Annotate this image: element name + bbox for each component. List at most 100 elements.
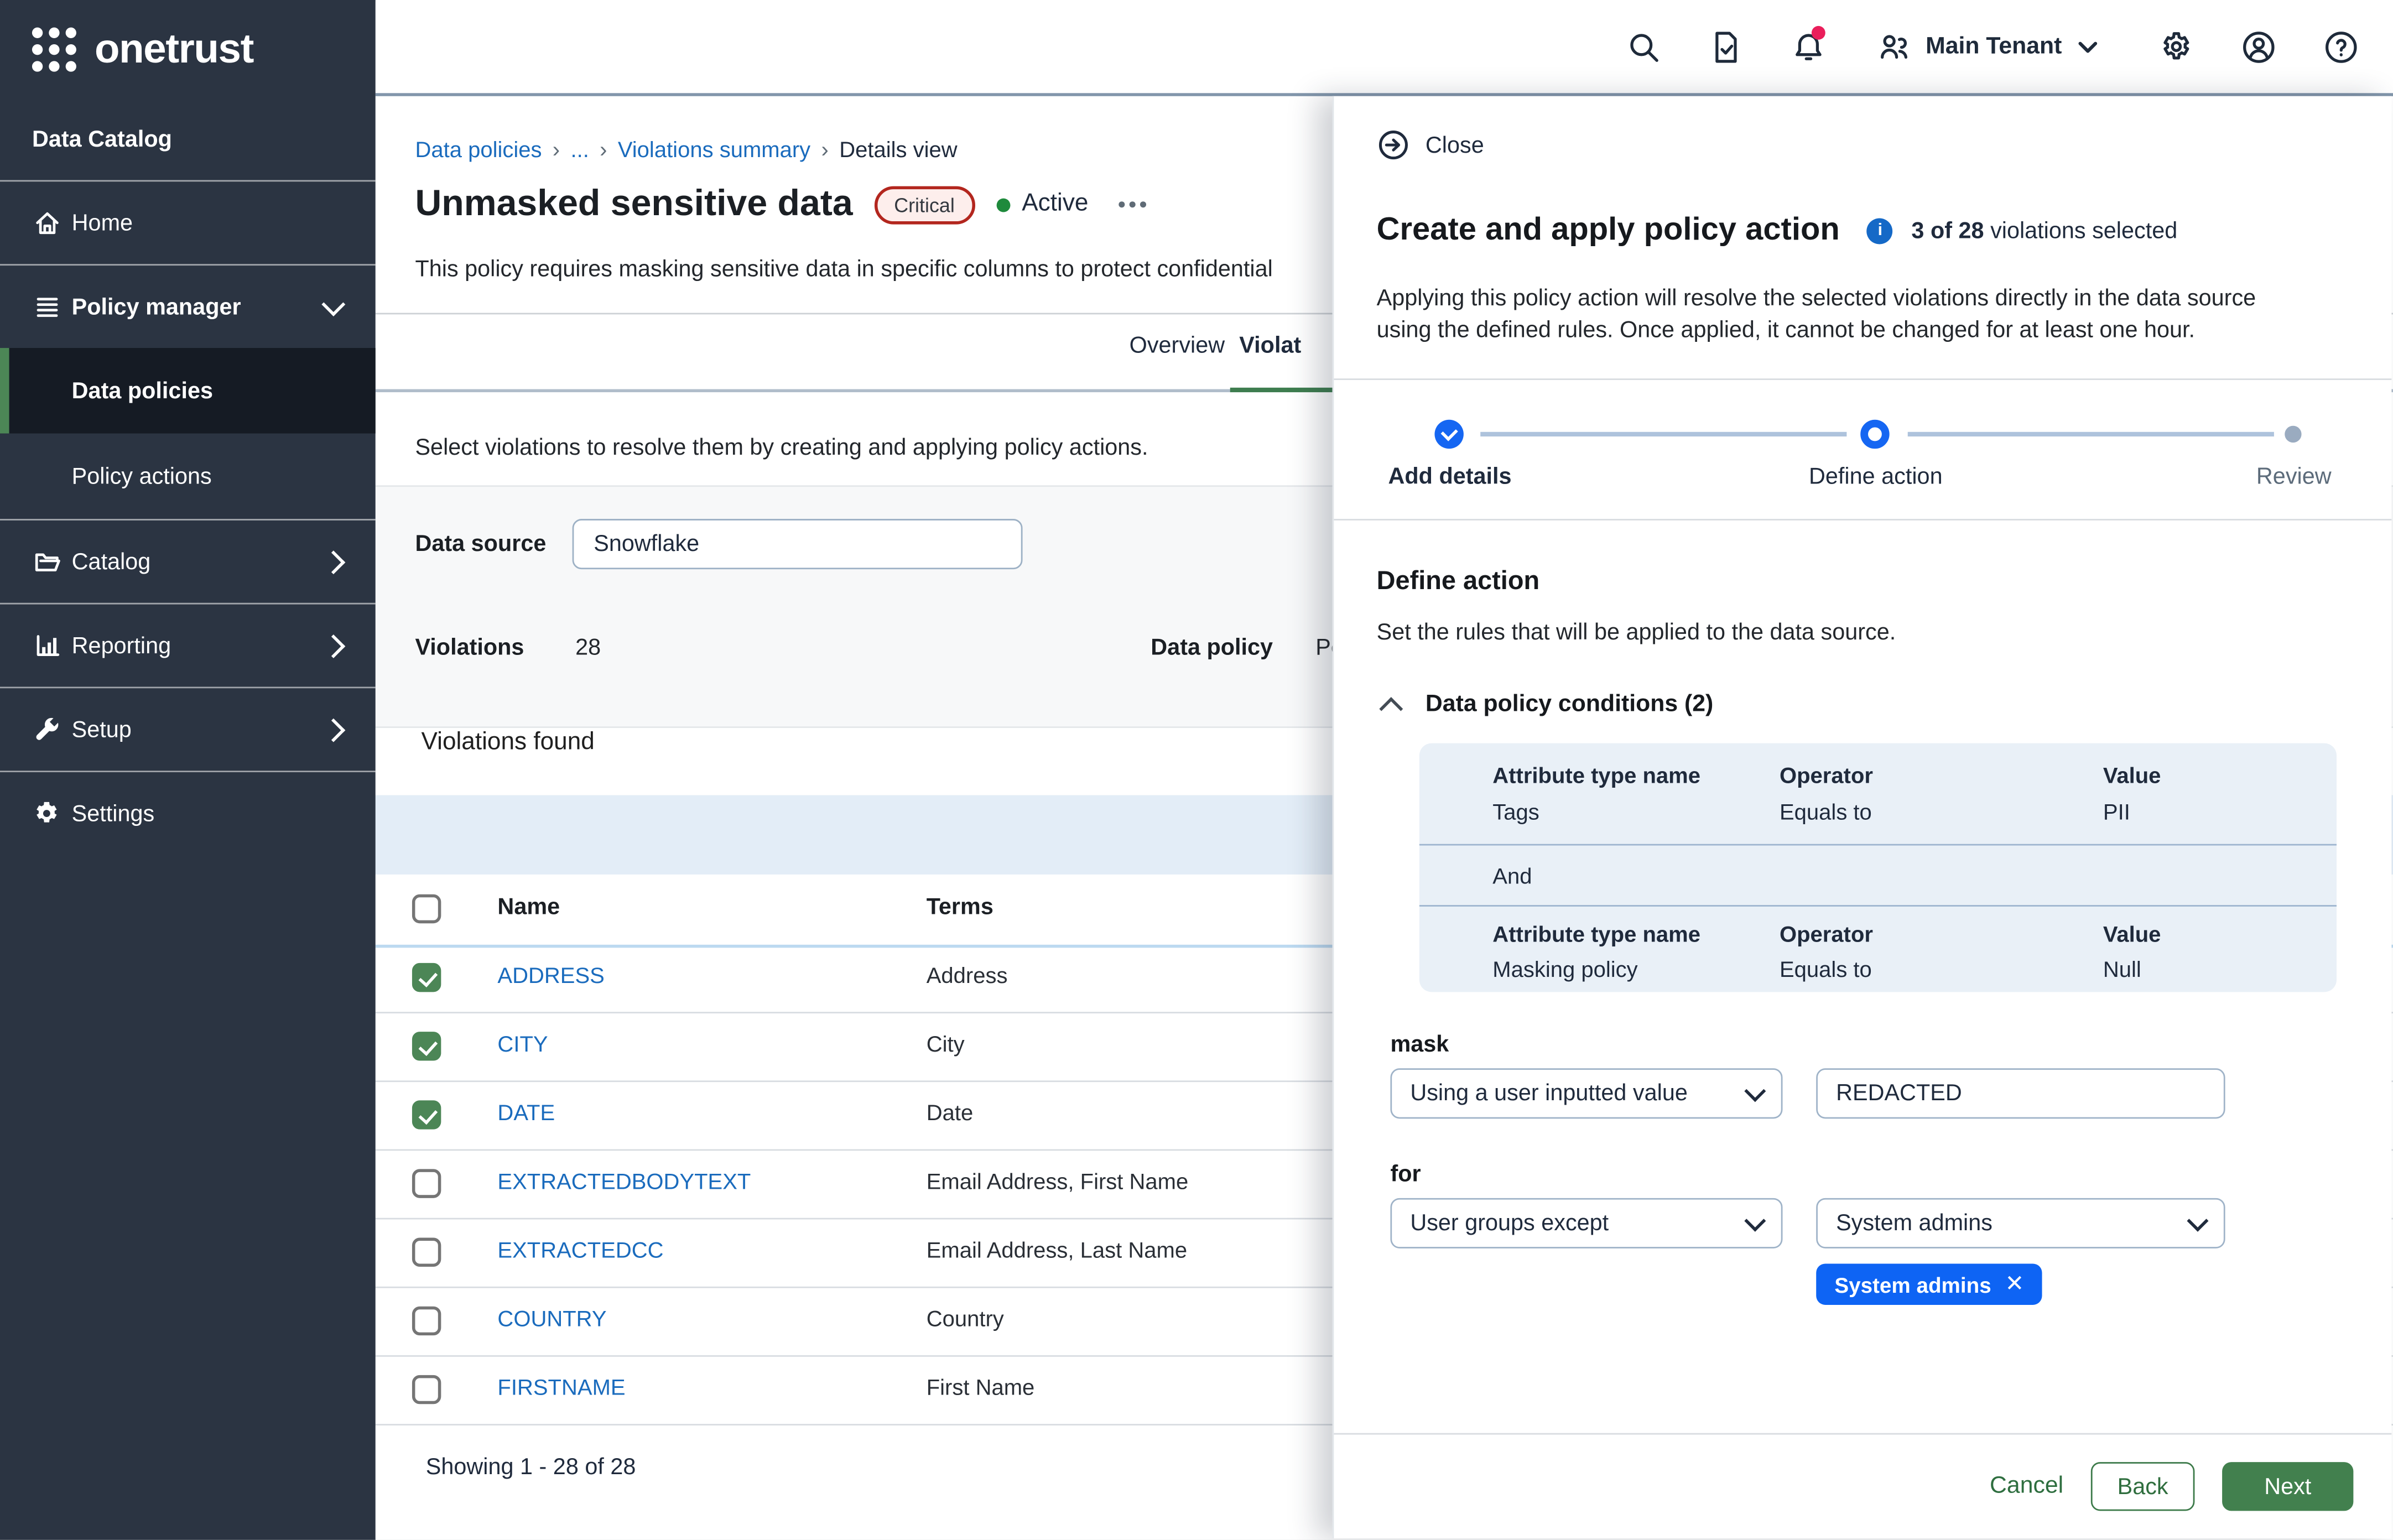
selected-group-chip[interactable]: System admins✕ [1816, 1263, 2042, 1304]
severity-badge: Critical [874, 185, 974, 223]
close-button[interactable]: Close [1377, 128, 1484, 162]
row-checkbox[interactable] [412, 963, 441, 992]
violation-terms: City [927, 1033, 965, 1058]
sidebar-item-policy-actions[interactable]: Policy actions [0, 434, 376, 521]
brand-wordmark: onetrust [95, 25, 253, 73]
info-icon: i [1867, 217, 1893, 243]
condition-join: And [1492, 865, 1532, 889]
step-done-icon [1434, 420, 1463, 449]
sidebar-item-home[interactable]: Home [0, 181, 376, 266]
chevron-right-icon [321, 550, 345, 574]
violation-link[interactable]: DATE [497, 1102, 555, 1126]
step-current-icon [1860, 420, 1889, 449]
violation-terms: Email Address, First Name [927, 1170, 1189, 1195]
conditions-card: Attribute type nameOperatorValue TagsEqu… [1419, 743, 2337, 992]
bar-chart-icon [32, 630, 63, 660]
data-policy-label: Data policy [1151, 635, 1273, 661]
sidebar-item-reporting[interactable]: Reporting [0, 605, 376, 689]
row-checkbox[interactable] [412, 1100, 441, 1129]
violation-link[interactable]: COUNTRY [497, 1308, 606, 1332]
helper-text: Select violations to resolve them by cre… [415, 435, 1148, 461]
pagination-summary: Showing 1 - 28 of 28 [426, 1454, 636, 1480]
drawer-footer: Cancel Back Next [1334, 1433, 2391, 1538]
product-title: Data Catalog [0, 98, 376, 182]
step-label-add-details[interactable]: Add details [1388, 464, 1512, 490]
for-scope-dropdown[interactable]: User groups except [1390, 1198, 1782, 1248]
breadcrumb-current: Details view [839, 139, 957, 163]
mask-value-input[interactable]: REDACTED [1816, 1068, 2225, 1118]
violation-terms: Country [927, 1308, 1004, 1332]
sidebar-item-data-policies[interactable]: Data policies [0, 348, 376, 434]
status-badge: Active [996, 191, 1088, 218]
back-button[interactable]: Back [2091, 1462, 2195, 1511]
column-header-terms: Terms [927, 894, 993, 920]
chevron-down-icon [2075, 34, 2100, 59]
mask-method-dropdown[interactable]: Using a user inputted value [1390, 1068, 1782, 1118]
violation-link[interactable]: EXTRACTEDCC [497, 1239, 663, 1263]
tenant-switcher[interactable]: Main Tenant [1875, 28, 2100, 65]
chevron-down-icon [2187, 1209, 2208, 1231]
document-check-icon[interactable] [1708, 28, 1744, 65]
gear-icon[interactable] [2158, 28, 2194, 65]
topbar: Main Tenant [376, 0, 2393, 96]
condition-row: Masking policyEquals toNull [1492, 959, 2306, 983]
user-group-dropdown[interactable]: System admins [1816, 1198, 2225, 1248]
selected-count: 3 of 28 violations selected [1911, 217, 2177, 243]
chevron-down-icon [321, 293, 345, 316]
tab-overview[interactable]: Overview [1130, 332, 1225, 358]
define-action-subtitle: Set the rules that will be applied to th… [1377, 620, 1896, 646]
data-source-label: Data source [415, 531, 546, 557]
select-all-checkbox[interactable] [412, 894, 441, 923]
wrench-icon [32, 714, 63, 745]
breadcrumb-ellipsis[interactable]: ... [570, 139, 589, 163]
more-actions-button[interactable] [1119, 201, 1147, 207]
notifications-bell-icon[interactable] [1790, 28, 1827, 65]
tab-violations[interactable]: Violat [1239, 332, 1301, 358]
step-label-review[interactable]: Review [2256, 464, 2332, 490]
next-button[interactable]: Next [2222, 1462, 2353, 1511]
data-source-input[interactable]: Snowflake [573, 519, 1023, 569]
chevron-up-icon [1379, 697, 1403, 721]
column-header-name: Name [497, 894, 560, 920]
help-icon[interactable] [2323, 28, 2359, 65]
app-window: onetrust Data Catalog Home Policy manage… [0, 0, 2393, 1540]
violation-link[interactable]: CITY [497, 1033, 548, 1058]
mask-label: mask [1390, 1032, 1449, 1058]
users-icon [1875, 28, 1912, 65]
row-checkbox[interactable] [412, 1169, 441, 1198]
violation-link[interactable]: EXTRACTEDBODYTEXT [497, 1170, 751, 1195]
condition-row: TagsEquals toPII [1492, 801, 2306, 825]
violations-count: 28 [575, 635, 601, 661]
breadcrumb-data-policies[interactable]: Data policies [415, 139, 542, 163]
sidebar-item-catalog[interactable]: Catalog [0, 521, 376, 605]
row-checkbox[interactable] [412, 1032, 441, 1060]
brand-logo[interactable]: onetrust [0, 0, 376, 98]
define-action-title: Define action [1377, 566, 1540, 597]
folder-icon [32, 547, 63, 577]
divider [1334, 519, 2391, 521]
step-label-define-action[interactable]: Define action [1809, 464, 1943, 490]
remove-chip-icon[interactable]: ✕ [2005, 1273, 2025, 1296]
cancel-button[interactable]: Cancel [1990, 1473, 2063, 1500]
chevron-down-icon [1744, 1080, 1766, 1101]
violation-link[interactable]: FIRSTNAME [497, 1377, 625, 1401]
search-icon[interactable] [1625, 28, 1662, 65]
row-checkbox[interactable] [412, 1307, 441, 1335]
drawer-title: Create and apply policy action [1377, 212, 1840, 249]
breadcrumb-violations-summary[interactable]: Violations summary [618, 139, 810, 163]
chevron-right-icon [321, 634, 345, 658]
sidebar-item-settings[interactable]: Settings [0, 772, 376, 855]
conditions-toggle[interactable]: Data policy conditions (2) [1383, 691, 1714, 719]
home-icon [32, 207, 63, 238]
row-checkbox[interactable] [412, 1375, 441, 1404]
tenant-name: Main Tenant [1926, 33, 2062, 60]
sidebar-item-setup[interactable]: Setup [0, 688, 376, 772]
sidebar-item-policy-manager[interactable]: Policy manager [0, 266, 376, 348]
account-icon[interactable] [2240, 28, 2277, 65]
chevron-right-icon [321, 719, 345, 742]
violation-link[interactable]: ADDRESS [497, 965, 604, 989]
breadcrumb: Data policies›...›Violations summary›Det… [415, 139, 957, 163]
row-checkbox[interactable] [412, 1238, 441, 1267]
policy-description: This policy requires masking sensitive d… [415, 257, 1272, 283]
notification-badge [1811, 25, 1825, 39]
